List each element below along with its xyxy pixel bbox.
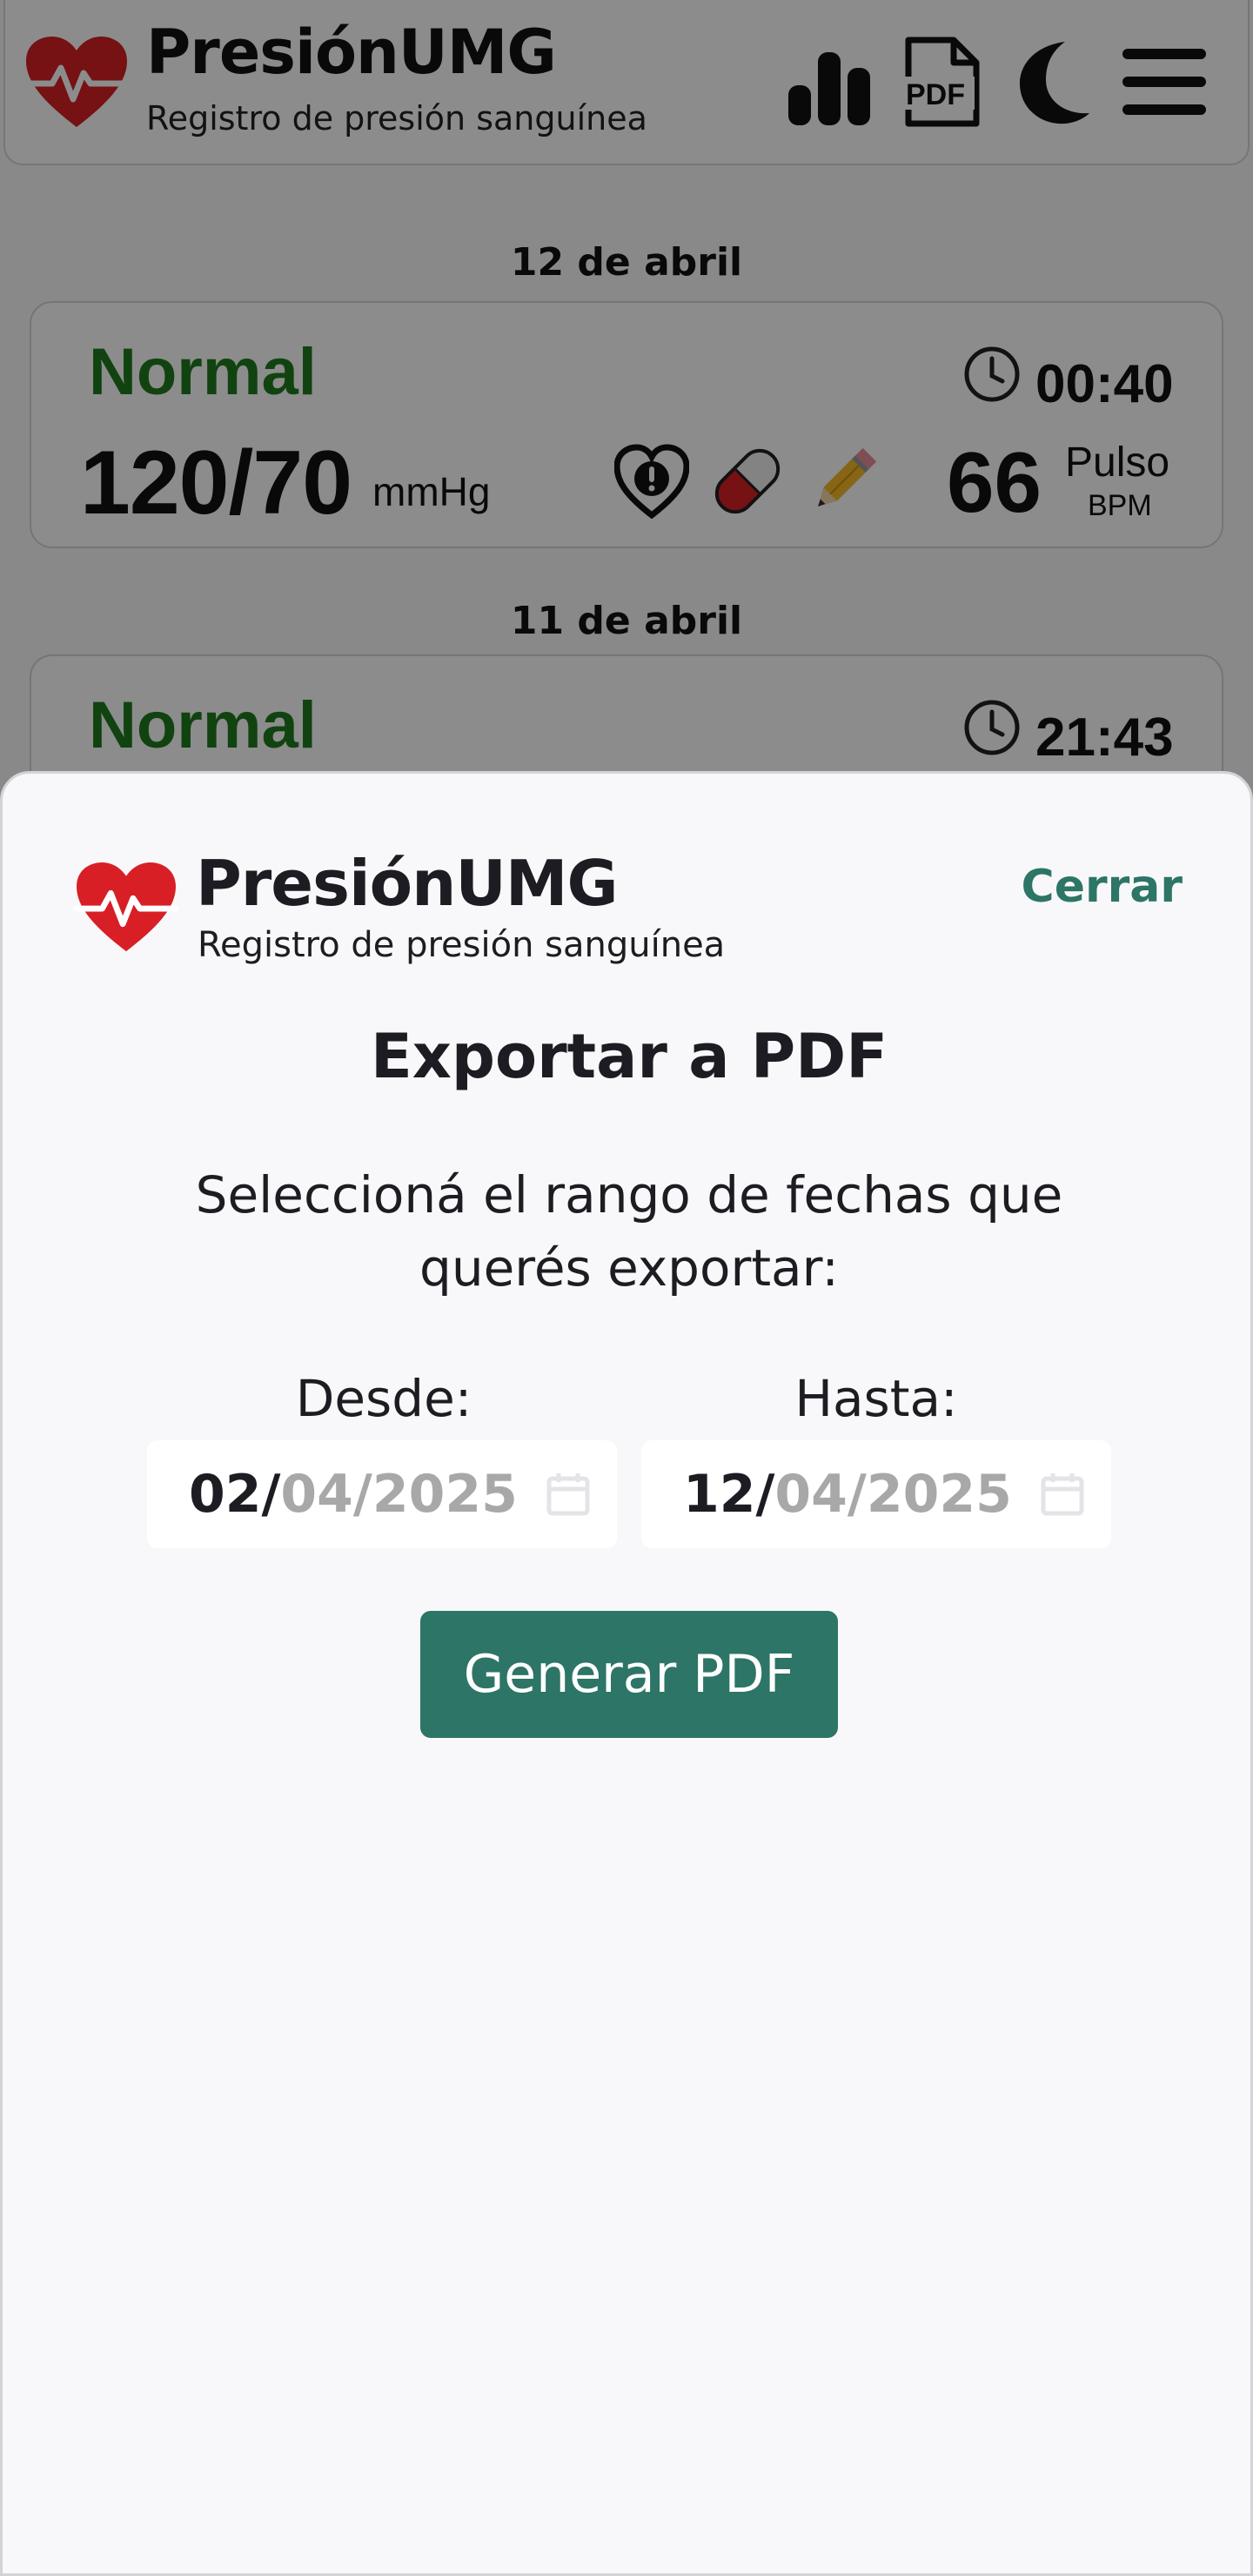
calendar-icon[interactable] [544, 1470, 593, 1519]
to-year: 2025 [866, 1464, 1012, 1525]
export-instructions: Seleccioná el rango de fechas que querés… [195, 1165, 1063, 1298]
to-label: Hasta: [794, 1369, 958, 1428]
to-day: 12 [683, 1464, 756, 1525]
from-label: Desde: [295, 1369, 472, 1428]
from-month: 04 [280, 1464, 353, 1525]
to-date-input[interactable]: 12/04/2025 [641, 1440, 1111, 1548]
from-year: 2025 [372, 1464, 518, 1525]
close-button[interactable]: Cerrar [1022, 861, 1183, 913]
heart-logo-icon [73, 862, 179, 952]
sheet-app-title: PresiónUMG [196, 847, 619, 920]
sheet-app-subtitle: Registro de presión sanguínea [198, 925, 726, 965]
calendar-icon[interactable] [1038, 1470, 1087, 1519]
export-heading: Exportar a PDF [370, 1021, 888, 1092]
to-month: 04 [774, 1464, 848, 1525]
generate-pdf-button[interactable]: Generar PDF [420, 1611, 838, 1738]
from-date-input[interactable]: 02/04/2025 [147, 1440, 617, 1548]
from-day: 02 [189, 1464, 262, 1525]
export-pdf-sheet: PresiónUMG Registro de presión sanguínea… [0, 771, 1253, 2576]
